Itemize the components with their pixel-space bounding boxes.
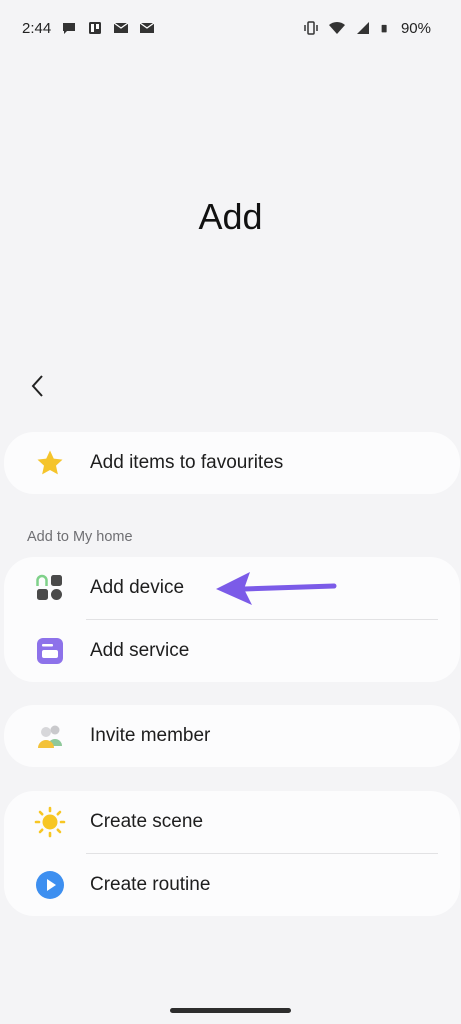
status-time: 2:44 xyxy=(22,19,52,37)
create-routine-label: Create routine xyxy=(90,874,211,895)
battery-percent: 90% xyxy=(400,19,431,37)
automation-card: Create scene Create routine xyxy=(4,791,460,916)
wifi-icon xyxy=(328,21,345,34)
sun-icon xyxy=(34,806,66,838)
add-service-button[interactable]: Add service xyxy=(4,620,460,682)
create-scene-label: Create scene xyxy=(90,811,204,832)
create-scene-button[interactable]: Create scene xyxy=(4,791,460,853)
status-bar: 2:44 90% xyxy=(0,0,461,56)
add-favourites-button[interactable]: Add items to favourites xyxy=(4,432,460,494)
home-indicator[interactable] xyxy=(170,1008,291,1013)
add-favourites-label: Add items to favourites xyxy=(90,452,284,473)
star-icon xyxy=(37,450,63,475)
invite-member-label: Invite member xyxy=(90,725,211,746)
section-label-my-home: Add to My home xyxy=(27,529,133,545)
create-routine-button[interactable]: Create routine xyxy=(4,854,460,916)
board-icon xyxy=(89,22,102,34)
chevron-left-icon xyxy=(31,375,43,397)
add-service-label: Add service xyxy=(90,640,190,661)
people-icon xyxy=(38,725,62,748)
invite-member-button[interactable]: Invite member xyxy=(4,705,460,767)
service-icon xyxy=(37,638,63,664)
mail-icon xyxy=(139,22,155,33)
battery-icon xyxy=(381,24,387,33)
play-icon xyxy=(36,871,64,899)
mail-icon xyxy=(113,22,129,33)
favourites-card: Add items to favourites xyxy=(4,432,460,494)
page-title: Add xyxy=(198,196,263,237)
device-grid-icon xyxy=(36,574,62,600)
add-device-label: Add device xyxy=(90,577,185,598)
chat-bubble-icon xyxy=(63,23,76,34)
back-button[interactable] xyxy=(24,372,50,400)
members-card: Invite member xyxy=(4,705,460,767)
signal-icon xyxy=(356,22,369,34)
arrow-annotation xyxy=(216,572,337,605)
vibrate-icon xyxy=(304,21,318,35)
